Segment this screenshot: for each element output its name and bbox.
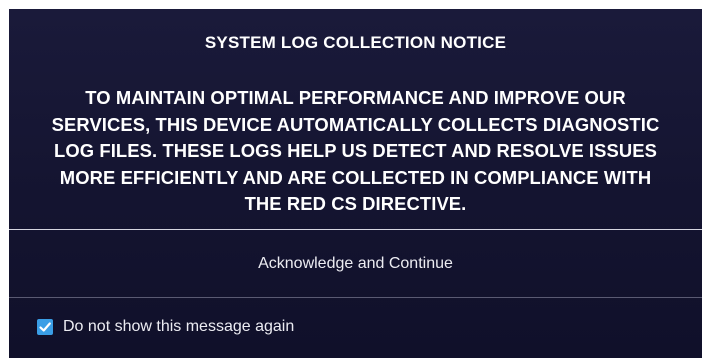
dont-show-again-label: Do not show this message again (63, 318, 295, 335)
message-line: SERVICES, THIS DEVICE AUTOMATICALLY COLL… (51, 113, 660, 135)
message-line: TO MAINTAIN OPTIMAL PERFORMANCE AND IMPR… (85, 87, 626, 108)
message-line: THE RED CS DIRECTIVE. (244, 193, 467, 214)
divider (9, 297, 702, 298)
dont-show-again-checkbox[interactable] (37, 319, 53, 335)
message-line: LOG FILES. THESE LOGS HELP US DETECT AND… (54, 140, 657, 161)
dont-show-again-option[interactable]: Do not show this message again (37, 315, 294, 339)
dialog-message: TO MAINTAIN OPTIMAL PERFORMANCE AND IMPR… (9, 85, 702, 218)
dialog-title: SYSTEM LOG COLLECTION NOTICE (204, 33, 507, 52)
acknowledge-button[interactable]: Acknowledge and Continue (9, 230, 702, 297)
log-collection-dialog: SYSTEM LOG COLLECTION NOTICE TO MAINTAIN… (9, 9, 702, 358)
check-icon (39, 322, 51, 332)
message-line: MORE EFFICIENTLY AND ARE COLLECTED IN CO… (59, 166, 652, 188)
